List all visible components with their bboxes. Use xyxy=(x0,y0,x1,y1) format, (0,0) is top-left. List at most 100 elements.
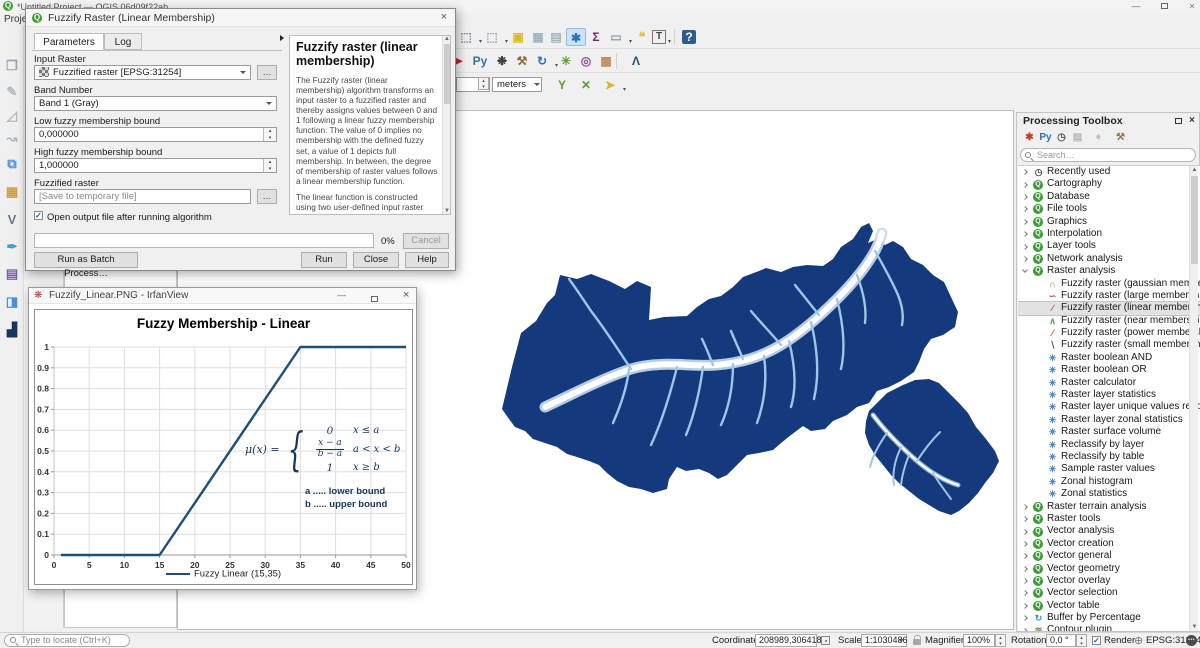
add-raster-layer-icon[interactable]: ▦ xyxy=(2,182,22,202)
edit-pencil-icon[interactable]: ✎ xyxy=(2,82,22,102)
tab-parameters[interactable]: Parameters xyxy=(34,33,104,50)
expand-icon[interactable] xyxy=(1022,244,1028,250)
toolbox-tree-item[interactable]: ∩Fuzzify raster (gaussian membership) xyxy=(1018,278,1200,290)
toolbox-search-input[interactable]: Search… xyxy=(1020,148,1196,162)
toolbox-tree-item[interactable]: ∖Fuzzify raster (small membership) xyxy=(1018,339,1200,351)
toolbox-tree-item[interactable]: ✳Reclassify by layer xyxy=(1018,439,1200,451)
chevron-down-icon[interactable]: ▾ xyxy=(668,36,671,48)
help-scroll-down-icon[interactable]: ▼ xyxy=(443,208,451,214)
toolbox-tree-item[interactable]: ✳Raster layer statistics xyxy=(1018,389,1200,401)
toolbox-tree-item[interactable]: QVector overlay xyxy=(1018,575,1200,587)
scroll-up-icon[interactable]: ▲ xyxy=(1190,167,1199,173)
iv-maximize-icon[interactable] xyxy=(371,289,378,307)
iv-close-icon[interactable]: × xyxy=(403,289,409,301)
select-features-icon[interactable]: ⬚▾ xyxy=(456,28,476,46)
toolbox-tree-item[interactable]: ∧Fuzzify raster (near membership) xyxy=(1018,315,1200,327)
history-clock-icon[interactable]: ◷ xyxy=(1054,130,1069,145)
add-vector-layer-icon[interactable]: ⧉ xyxy=(2,154,22,174)
calendar-icon[interactable]: ▤ xyxy=(546,28,566,46)
toolbox-tree-item[interactable]: ≋Contour plugin xyxy=(1018,624,1200,631)
expand-icon[interactable] xyxy=(1022,566,1028,572)
expand-icon[interactable] xyxy=(1022,219,1028,225)
close-panel-icon[interactable]: × xyxy=(1189,115,1195,126)
magnifier-input[interactable]: 100% xyxy=(963,634,995,647)
scroll-down-icon[interactable]: ▼ xyxy=(1190,624,1199,630)
print-layout-icon[interactable]: ▤ xyxy=(2,264,22,284)
new-document-icon[interactable]: ❐ xyxy=(2,56,22,76)
toolbox-tree-item[interactable]: QVector creation xyxy=(1018,538,1200,550)
render-checkbox[interactable]: ✓ xyxy=(1092,636,1101,645)
run-button[interactable]: Run xyxy=(301,252,347,268)
expand-icon[interactable] xyxy=(1022,578,1028,584)
statistics-sum-icon[interactable]: Σ xyxy=(586,28,606,46)
help-icon[interactable]: ? xyxy=(682,30,696,44)
close-dialog-button[interactable]: Close xyxy=(353,252,399,268)
toolbox-tree-item[interactable]: QLayer tools xyxy=(1018,240,1200,252)
map-tips-icon[interactable]: ❝ xyxy=(632,28,652,46)
expand-icon[interactable] xyxy=(1022,182,1028,188)
high-bound-spin[interactable]: 1,000000▴▾ xyxy=(34,158,277,173)
measure-icon[interactable]: ▭▾ xyxy=(606,28,626,46)
toolbox-tree-item[interactable]: QInterpolation xyxy=(1018,228,1200,240)
dialog-close-icon[interactable]: × xyxy=(441,11,447,23)
hammer-icon[interactable]: ⚒ xyxy=(512,52,532,70)
osm-icon[interactable]: ◎ xyxy=(576,52,596,70)
rotation-input[interactable]: 0,0 ° xyxy=(1046,634,1076,647)
toolbox-tree-item[interactable]: QRaster terrain analysis xyxy=(1018,501,1200,513)
minimize-button[interactable]: — xyxy=(1124,0,1148,13)
menu-project[interactable]: Proje xyxy=(4,14,27,25)
expand-icon[interactable] xyxy=(1022,553,1028,559)
curve-icon[interactable]: ↝ xyxy=(2,129,22,149)
tab-log[interactable]: Log xyxy=(104,33,142,50)
expand-icon[interactable] xyxy=(1022,628,1028,631)
cancel-button[interactable]: Cancel xyxy=(403,233,449,249)
rotation-spin[interactable]: ▴▾ xyxy=(1076,634,1087,647)
select-polygon-icon[interactable]: ⬚▾ xyxy=(482,28,502,46)
magnifier-spin[interactable]: ▴▾ xyxy=(995,634,1006,647)
toolbox-tree-item[interactable]: ✳Raster surface volume xyxy=(1018,426,1200,438)
refresh-icon[interactable]: ↻▾ xyxy=(532,52,552,70)
help-button[interactable]: Help xyxy=(405,252,449,268)
message-log-icon[interactable]: ••• xyxy=(1186,635,1197,646)
input-raster-browse-button[interactable]: … xyxy=(257,65,277,80)
expand-icon[interactable] xyxy=(1022,615,1028,621)
coordinate-input[interactable]: 208989,306418 xyxy=(755,634,817,647)
open-output-checkbox[interactable]: ✓ xyxy=(34,211,43,220)
expand-icon[interactable] xyxy=(1022,169,1028,175)
close-button[interactable]: × xyxy=(1180,0,1200,13)
band-number-combo[interactable]: Band 1 (Gray) xyxy=(34,96,277,111)
toolbox-tree-item[interactable]: ✳Raster boolean AND xyxy=(1018,352,1200,364)
highlight-arrow-icon[interactable]: ➤▾ xyxy=(600,76,620,94)
toolbox-tree-item[interactable]: ◷Recently used xyxy=(1018,166,1200,178)
expand-icon[interactable] xyxy=(1022,541,1028,547)
toolbox-tree-item[interactable]: ✳Reclassify by table xyxy=(1018,451,1200,463)
input-raster-combo[interactable]: Fuzzified raster [EPSG:31254] xyxy=(34,65,251,80)
toolbox-tree-item[interactable]: ✳Raster calculator xyxy=(1018,377,1200,389)
ruler-icon[interactable]: ◿ xyxy=(2,106,22,126)
toolbox-tree-item[interactable]: ∕Fuzzify raster (power membership) xyxy=(1018,327,1200,339)
output-file-input[interactable]: [Save to temporary file] xyxy=(34,189,251,204)
select-by-value-icon[interactable]: ▣ xyxy=(508,28,528,46)
locate-input[interactable]: Type to locate (Ctrl+K) xyxy=(4,634,130,647)
toolbox-tree-item[interactable]: ✳Raster boolean OR xyxy=(1018,364,1200,376)
chevron-down-icon[interactable]: ▾ xyxy=(623,81,626,99)
extent-icon[interactable] xyxy=(821,636,830,645)
toolbox-scrollbar[interactable]: ▲ ▼ xyxy=(1189,166,1198,631)
toolbox-tree-item[interactable]: ✳Raster layer unique values report xyxy=(1018,401,1200,413)
histogram-chart-icon[interactable]: ▟ xyxy=(2,320,22,340)
attribute-table-icon[interactable]: ▦ xyxy=(528,28,548,46)
maximize-button[interactable] xyxy=(1152,0,1176,13)
low-bound-spin[interactable]: 0,000000▴▾ xyxy=(34,127,277,142)
run-as-batch-button[interactable]: Run as Batch Process… xyxy=(34,252,138,268)
options-wrench-icon[interactable]: ⚒ xyxy=(1113,130,1128,145)
models-icon[interactable]: ✱ xyxy=(1022,130,1037,145)
toolbox-tree-item[interactable]: ∕Fuzzify raster (linear membership) xyxy=(1018,302,1200,314)
expand-icon[interactable] xyxy=(1022,256,1028,262)
lock-icon[interactable] xyxy=(913,639,921,645)
spin-buttons[interactable]: ▴▾ xyxy=(478,77,489,90)
plugin-star-icon[interactable]: ✳ xyxy=(556,52,576,70)
dialog-titlebar[interactable]: Q Fuzzify Raster (Linear Membership) × xyxy=(26,9,455,27)
virtual-layer-icon[interactable]: ◨ xyxy=(2,292,22,312)
collapse-help-icon[interactable] xyxy=(280,35,284,41)
add-mesh-layer-icon[interactable]: V xyxy=(2,210,22,230)
